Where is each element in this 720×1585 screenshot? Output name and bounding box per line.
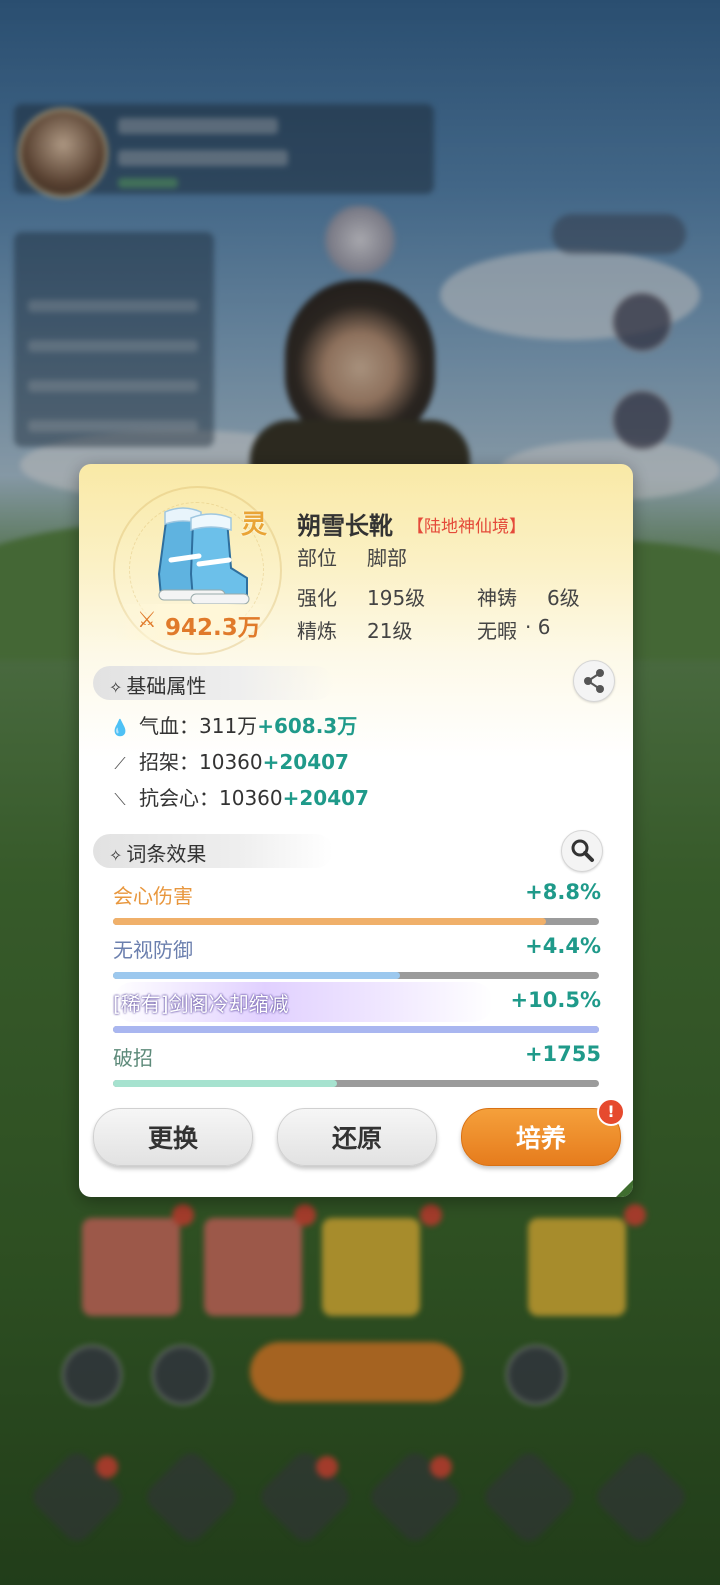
affix-name: 破招: [113, 1046, 153, 1070]
share-button[interactable]: [573, 660, 615, 702]
affix-progress-track: [113, 1026, 599, 1033]
affix-progress-track: [113, 918, 599, 925]
parry-icon: ⟋: [114, 754, 126, 773]
diamond-icon: ✧: [109, 678, 123, 697]
enhance-label: 强化: [297, 586, 337, 610]
attr-row-hp: 💧 气血：311万+608.3万: [109, 710, 357, 740]
attr-row-anti-crit: ⟍ 抗会心：10360+20407: [109, 782, 369, 812]
affix-name: 无视防御: [113, 938, 193, 962]
attr-row-parry: ⟋ 招架：10360+20407: [109, 746, 349, 776]
alert-badge: !: [597, 1098, 625, 1126]
anti-crit-icon: ⟍: [114, 790, 126, 809]
flawless-label: 无暇: [477, 619, 517, 643]
diamond-icon: ✧: [109, 846, 123, 865]
affix-effects-header: ✧ 词条效果: [93, 834, 333, 868]
replace-button[interactable]: 更换: [93, 1108, 253, 1166]
attr-base: 311万: [199, 714, 258, 738]
affix-progress-track: [113, 1080, 599, 1087]
refine-value: 21级: [367, 619, 413, 643]
share-icon: [584, 669, 604, 693]
affix-value: +8.8%: [525, 880, 601, 904]
item-realm: 【陆地神仙境】: [407, 517, 526, 537]
base-attributes-title: 基础属性: [126, 674, 207, 698]
affix-value: +10.5%: [510, 988, 601, 1012]
slot-value: 脚部: [367, 546, 407, 570]
attr-bonus: +20407: [262, 750, 349, 774]
attr-base: 10360: [219, 786, 283, 810]
slot-label: 部位: [297, 546, 337, 570]
attr-bonus: +20407: [282, 786, 369, 810]
boots-icon: [157, 507, 250, 605]
affix-value: +1755: [524, 1042, 601, 1066]
affix-search-button[interactable]: [561, 830, 603, 872]
forge-value: 6级: [547, 586, 580, 610]
droplet-icon: 💧: [110, 718, 130, 737]
magnifier-icon: [571, 839, 594, 862]
affix-progress-track: [113, 972, 599, 979]
affix-value: +4.4%: [525, 934, 601, 958]
affix-effects-title: 词条效果: [126, 842, 207, 866]
quality-badge: 灵: [241, 510, 268, 540]
attr-label: 抗会心：: [139, 786, 219, 810]
combat-power: ⚔ 942.3万: [115, 604, 275, 641]
affix-progress-fill: [113, 1026, 599, 1033]
affix-progress-fill: [113, 918, 546, 925]
restore-button[interactable]: 还原: [277, 1108, 437, 1166]
attr-label: 招架：: [139, 750, 199, 774]
attr-bonus: +608.3万: [257, 714, 358, 738]
affix-name: [稀有]剑阁冷却缩减: [113, 992, 289, 1016]
enhance-value: 195级: [367, 586, 426, 610]
affix-name: 会心伤害: [113, 884, 193, 908]
flawless-value: · 6: [525, 615, 551, 639]
attr-label: 气血：: [139, 714, 199, 738]
affix-progress-fill: [113, 972, 400, 979]
forge-label: 神铸: [477, 586, 517, 610]
equipment-detail-popup: 灵 ⚔ 942.3万 朔雪长靴 【陆地神仙境】 部位 脚部 强化 195级 神铸…: [79, 464, 633, 1197]
refine-label: 精炼: [297, 619, 337, 643]
crossed-swords-icon: ⚔: [137, 608, 157, 633]
attr-base: 10360: [199, 750, 263, 774]
combat-power-value: 942.3万: [165, 615, 261, 641]
affix-progress-fill: [113, 1080, 337, 1087]
base-attributes-header: ✧ 基础属性: [93, 666, 333, 700]
item-name: 朔雪长靴: [297, 512, 393, 540]
